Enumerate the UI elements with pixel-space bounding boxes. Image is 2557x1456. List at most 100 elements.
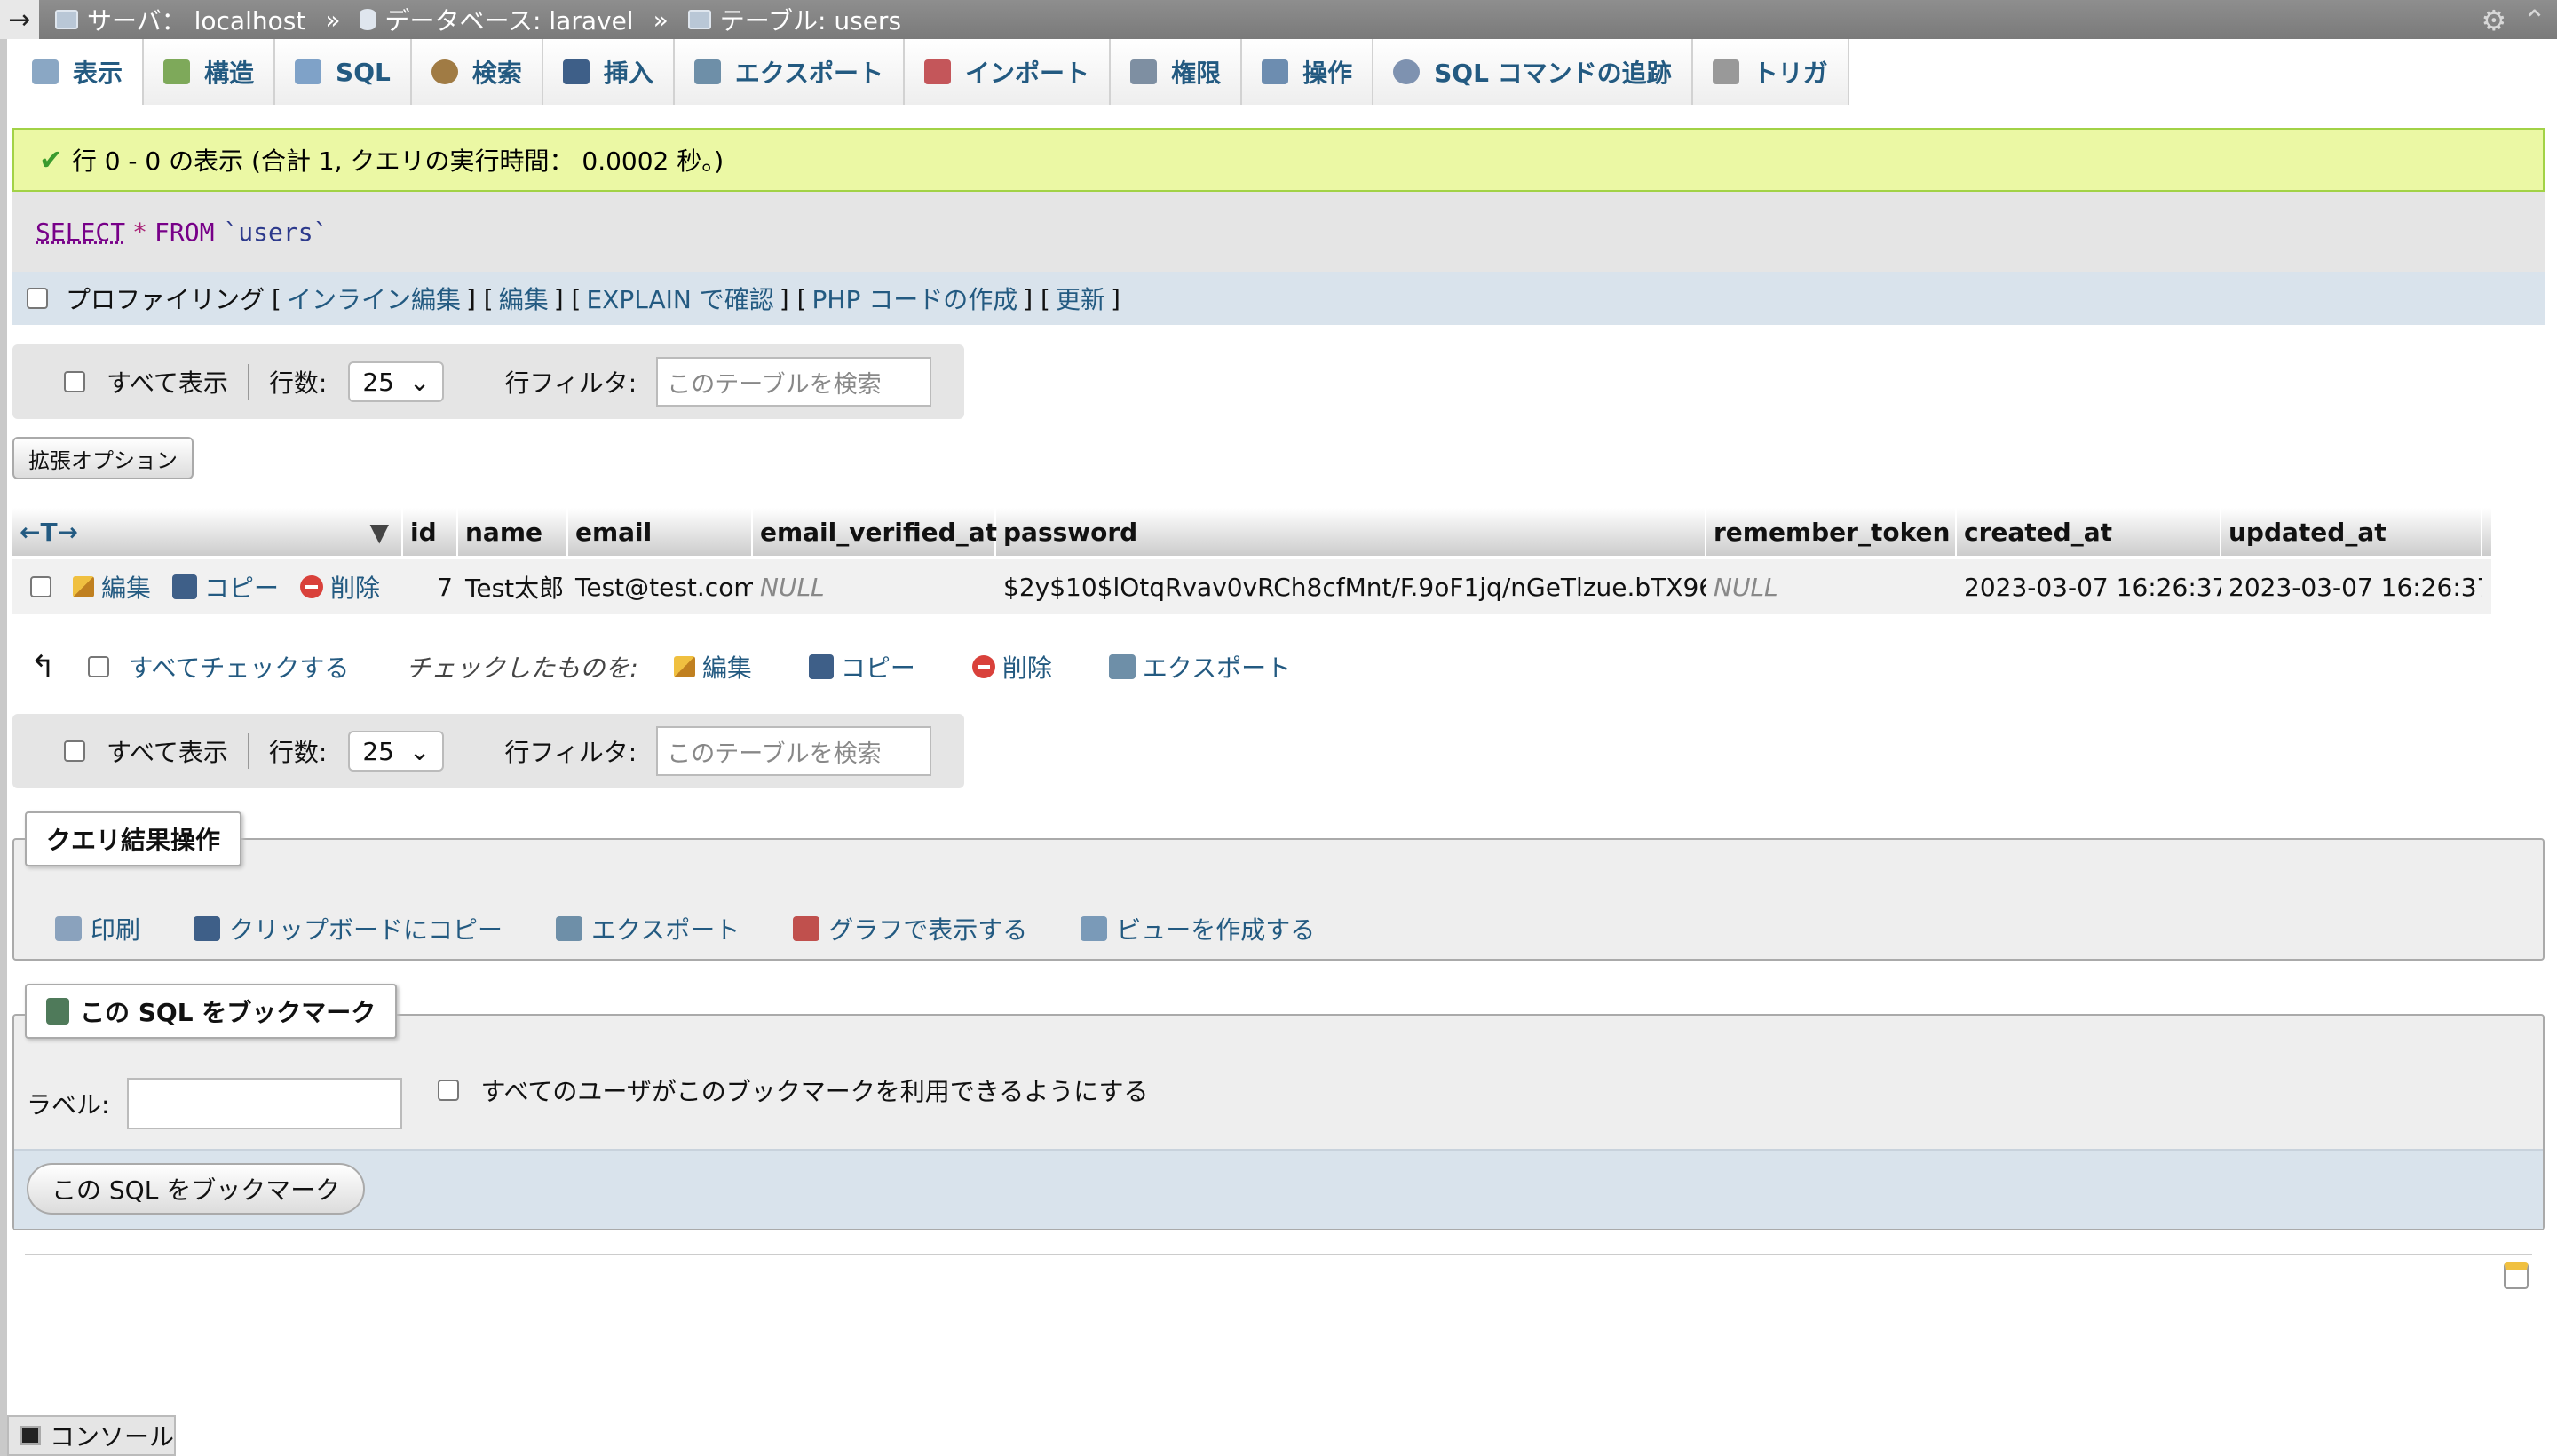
- row-filter-input[interactable]: このテーブルを検索: [656, 726, 932, 776]
- cell-remember-token[interactable]: NULL: [1706, 559, 1957, 614]
- print-icon: [55, 916, 82, 941]
- check-all-link[interactable]: すべてチェックする: [129, 649, 350, 684]
- console-toggle[interactable]: コンソール: [7, 1415, 176, 1456]
- bookmark-label-input[interactable]: [127, 1078, 403, 1129]
- row-filter-input[interactable]: このテーブルを検索: [656, 357, 932, 407]
- print-button[interactable]: 印刷: [55, 911, 140, 946]
- bulk-copy-button[interactable]: コピー: [808, 649, 915, 684]
- page-settings-icon[interactable]: [2504, 1262, 2529, 1289]
- tab-search[interactable]: 検索: [411, 39, 543, 105]
- breadcrumb-database[interactable]: データベース: laravel: [384, 2, 633, 37]
- bulk-export-button[interactable]: エクスポート: [1108, 649, 1291, 684]
- column-header-id[interactable]: id: [403, 508, 458, 556]
- cell-name[interactable]: Test太郎: [458, 559, 568, 614]
- eye-icon: [1393, 59, 1421, 84]
- inline-edit-link[interactable]: インライン編集: [287, 281, 461, 316]
- left-frame-edge: [0, 0, 7, 1456]
- sort-menu-icon[interactable]: ▼: [369, 518, 389, 547]
- filter-label: 行フィルタ:: [504, 368, 637, 398]
- database-icon: [360, 9, 376, 30]
- column-header-email-verified-at[interactable]: email_verified_at: [753, 508, 997, 556]
- table-icon: [687, 10, 711, 29]
- display-chart-button[interactable]: グラフで表示する: [793, 911, 1027, 946]
- copy-icon: [194, 916, 221, 941]
- column-header-email[interactable]: email: [568, 508, 753, 556]
- column-header-name[interactable]: name: [458, 508, 568, 556]
- tab-export[interactable]: エクスポート: [674, 39, 906, 105]
- collapse-nav-arrow[interactable]: →: [0, 0, 39, 39]
- tab-operations[interactable]: 操作: [1242, 39, 1374, 105]
- row-delete-button[interactable]: 削除: [300, 569, 380, 605]
- bookmark-shared-checkbox[interactable]: [438, 1080, 460, 1101]
- tab-sql[interactable]: SQL: [275, 39, 412, 105]
- rows-select[interactable]: 25 ⌄: [348, 361, 445, 402]
- tab-tracking[interactable]: SQL コマンドの追跡: [1373, 39, 1693, 105]
- show-all-checkbox[interactable]: [64, 740, 85, 762]
- bulk-actions-bar: ↰ すべてチェックする チェックしたものを: 編集 コピー 削除 エクスポート: [30, 645, 1291, 689]
- show-all-label: すべて表示: [107, 368, 228, 398]
- notice-text: 行 0 - 0 の表示 (合計 1, クエリの実行時間： 0.0002 秒。): [71, 146, 724, 176]
- tab-insert[interactable]: 挿入: [542, 39, 675, 105]
- profiling-checkbox[interactable]: [27, 288, 48, 309]
- tab-browse[interactable]: 表示: [12, 39, 145, 105]
- chevron-down-icon: ⌄: [408, 367, 431, 397]
- bookmark-shared-label: すべてのユーザがこのブックマークを利用できるようにする: [480, 1077, 1149, 1106]
- bulk-edit-button[interactable]: 編集: [673, 649, 752, 684]
- tab-import[interactable]: インポート: [905, 39, 1112, 105]
- column-header-updated-at[interactable]: updated_at: [2221, 508, 2482, 556]
- bookmark-submit-button[interactable]: この SQL をブックマーク: [27, 1163, 366, 1215]
- column-sort-arrows[interactable]: ←T→ ▼: [12, 508, 403, 556]
- breadcrumb-separator: »: [325, 4, 341, 35]
- cell-email-verified-at[interactable]: NULL: [753, 559, 996, 614]
- bookmark-legend: この SQL をブックマーク: [25, 984, 398, 1039]
- gear-icon[interactable]: ⚙: [2482, 4, 2507, 37]
- row-checkbox[interactable]: [30, 576, 51, 597]
- tab-triggers[interactable]: トリガ: [1692, 39, 1849, 105]
- pencil-icon: [673, 656, 695, 677]
- rows-label: 行数:: [268, 738, 328, 767]
- copy-icon: [808, 654, 834, 679]
- bookmark-sql-section: ラベル: すべてのユーザがこのブックマークを利用できるようにする この SQL …: [12, 1014, 2545, 1230]
- column-header-password[interactable]: password: [996, 508, 1706, 556]
- breadcrumb-table[interactable]: テーブル: users: [720, 2, 901, 37]
- navigation-controls-top: すべて表示 行数: 25 ⌄ 行フィルタ: このテーブルを検索: [12, 344, 964, 419]
- column-header-created-at[interactable]: created_at: [1957, 508, 2221, 556]
- pencil-icon: [73, 576, 94, 597]
- breadcrumb-server[interactable]: サーバ： localhost: [87, 2, 305, 37]
- export-results-button[interactable]: エクスポート: [556, 911, 740, 946]
- extra-options-button[interactable]: 拡張オプション: [12, 437, 194, 479]
- create-view-button[interactable]: ビューを作成する: [1081, 911, 1315, 946]
- copy-to-clipboard-button[interactable]: クリップボードにコピー: [194, 911, 503, 946]
- cell-updated-at[interactable]: 2023-03-07 16:26:37: [2221, 559, 2482, 614]
- profiling-bar: プロファイリング [ インライン編集 ] [ 編集 ] [ EXPLAIN で確…: [12, 272, 2545, 325]
- results-table-header: ←T→ ▼ id name email email_verified_at pa…: [12, 508, 2491, 556]
- cell-password[interactable]: $2y$10$lOtqRvav0vRCh8cfMnt/F.9oF1jq/nGeT…: [996, 559, 1706, 614]
- wrench-icon: [1262, 59, 1289, 84]
- row-copy-button[interactable]: コピー: [172, 569, 279, 605]
- check-all-checkbox[interactable]: [87, 656, 109, 677]
- refresh-link[interactable]: 更新: [1056, 281, 1105, 316]
- column-header-remember-token[interactable]: remember_token: [1706, 508, 1957, 556]
- navigation-controls-bottom: すべて表示 行数: 25 ⌄ 行フィルタ: このテーブルを検索: [12, 714, 964, 788]
- cell-id[interactable]: 7: [403, 559, 458, 614]
- insert-icon: [562, 59, 590, 84]
- show-all-checkbox[interactable]: [64, 371, 85, 392]
- filter-label: 行フィルタ:: [504, 738, 637, 767]
- structure-icon: [163, 59, 191, 84]
- collapse-icon[interactable]: ⌃: [2522, 4, 2546, 37]
- tab-structure[interactable]: 構造: [144, 39, 276, 105]
- bulk-delete-button[interactable]: 削除: [971, 649, 1052, 684]
- sql-keyword-select[interactable]: SELECT: [36, 218, 125, 247]
- console-icon: [20, 1426, 41, 1445]
- cell-created-at[interactable]: 2023-03-07 16:26:37: [1957, 559, 2221, 614]
- explain-link[interactable]: EXPLAIN で確認: [586, 281, 773, 316]
- breadcrumb-separator: »: [653, 4, 669, 35]
- breadcrumb: → サーバ： localhost » データベース: laravel » テーブ…: [0, 0, 2557, 39]
- cell-email[interactable]: Test@test.com: [568, 559, 753, 614]
- tab-privileges[interactable]: 権限: [1111, 39, 1243, 105]
- edit-query-link[interactable]: 編集: [499, 281, 549, 316]
- profiling-label: プロファイリング: [66, 285, 265, 314]
- php-code-link[interactable]: PHP コードの作成: [812, 281, 1018, 316]
- row-edit-button[interactable]: 編集: [73, 569, 151, 605]
- rows-select[interactable]: 25 ⌄: [348, 731, 445, 772]
